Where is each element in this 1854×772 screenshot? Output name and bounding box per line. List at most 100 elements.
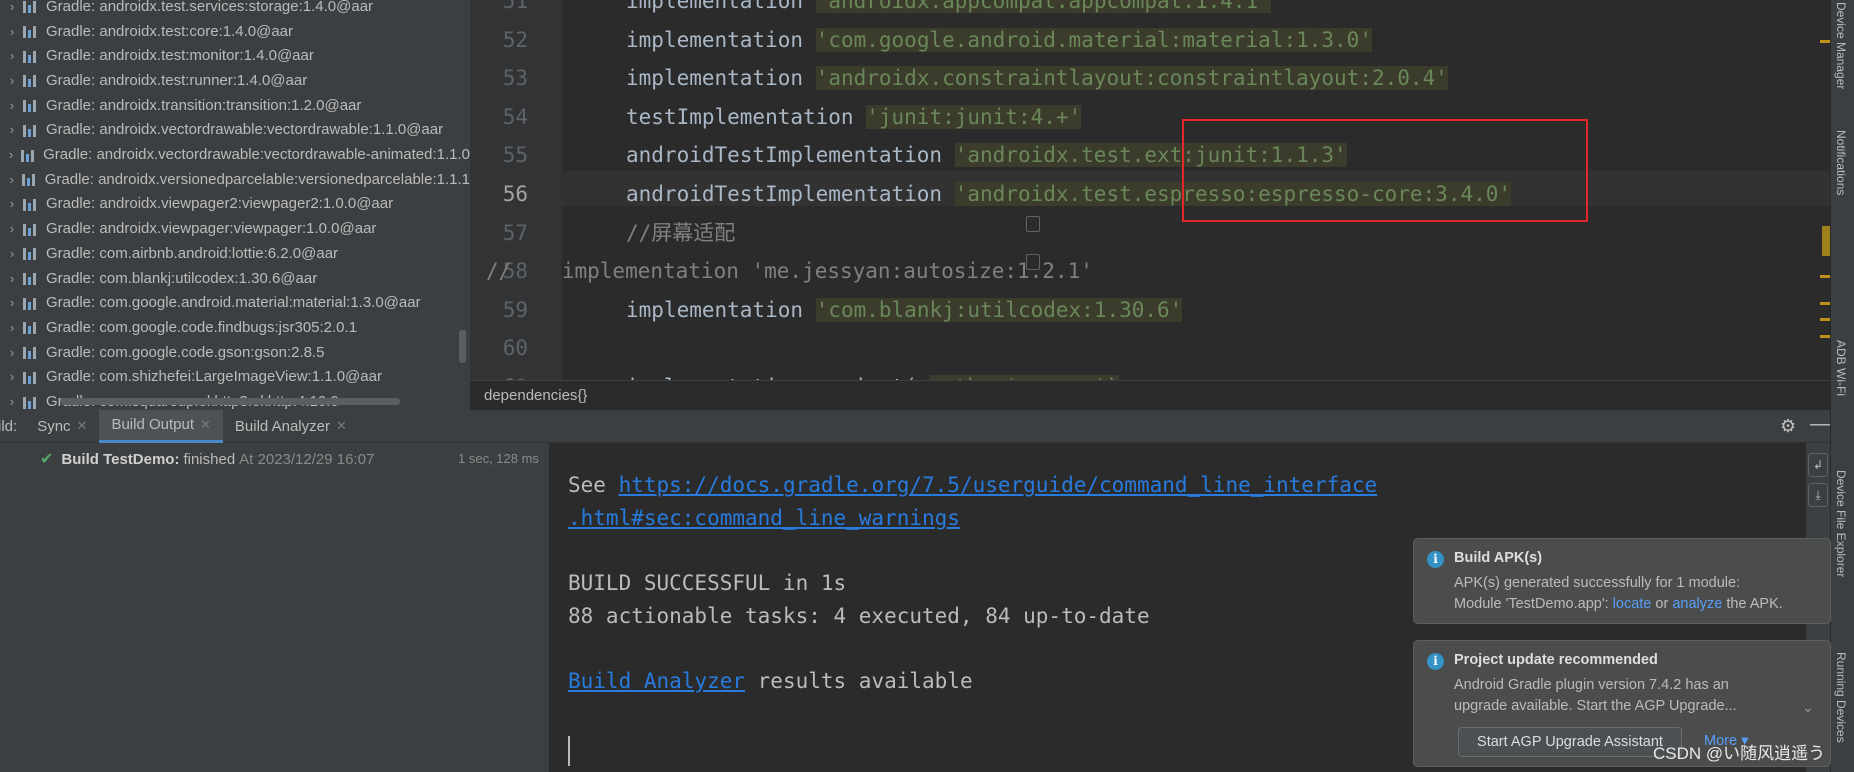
tree-horizontal-scrollbar[interactable]: [60, 398, 400, 405]
chevron-right-icon[interactable]: ›: [0, 24, 22, 39]
tree-scrollbar[interactable]: [459, 330, 466, 363]
console-line: .html#sec:command_line_warnings: [568, 506, 960, 530]
code-editor[interactable]: 5152535455565758596061 implementation 'a…: [470, 0, 1830, 380]
notification-text: or: [1651, 596, 1673, 612]
docs-link-continued[interactable]: .html#sec:command_line_warnings: [568, 506, 960, 530]
docs-link[interactable]: https://docs.gradle.org/7.5/userguide/co…: [619, 473, 1378, 497]
build-tree-row[interactable]: ✔ Build TestDemo: finished At 2023/12/29…: [40, 449, 374, 469]
tree-item-label: Gradle: androidx.test:core:1.4.0@aar: [46, 22, 294, 40]
tree-item[interactable]: › Gradle: androidx.test:core:1.4.0@aar: [0, 19, 470, 44]
console-line: 88 actionable tasks: 4 executed, 84 up-t…: [568, 604, 1150, 628]
chevron-right-icon[interactable]: ›: [0, 246, 22, 261]
tab-notifications[interactable]: Notifications: [1834, 130, 1848, 195]
scroll-to-end-icon[interactable]: ⤓: [1808, 483, 1828, 507]
code-keyword: implementation: [626, 27, 804, 52]
tree-item[interactable]: › Gradle: androidx.test.services:storage:…: [0, 0, 470, 19]
tree-item-label: Gradle: androidx.vectordrawable:vectordr…: [46, 121, 444, 139]
library-icon: [22, 0, 38, 14]
notification-text: APK(s) generated successfully for 1 modu…: [1454, 575, 1741, 591]
line-number: 52: [502, 27, 528, 52]
chevron-right-icon[interactable]: ›: [0, 48, 22, 63]
code-line[interactable]: implementation 'androidx.appcompat:appco…: [626, 0, 1271, 16]
notification-build-apk[interactable]: i Build APK(s) APK(s) generated successf…: [1413, 538, 1831, 624]
chevron-right-icon[interactable]: ›: [0, 172, 21, 187]
start-agp-upgrade-button[interactable]: Start AGP Upgrade Assistant: [1458, 727, 1682, 757]
chevron-right-icon[interactable]: ›: [0, 122, 22, 137]
code-line[interactable]: [626, 333, 639, 363]
chevron-right-icon[interactable]: ›: [0, 320, 22, 335]
tree-item-label: Gradle: com.google.code.gson:gson:2.8.5: [46, 343, 325, 361]
tab-label: Build Analyzer: [234, 417, 330, 435]
tab-device-manager[interactable]: Device Manager: [1834, 2, 1848, 89]
code-line[interactable]: testImplementation 'junit:junit:4.+': [626, 102, 1082, 132]
library-icon: [22, 98, 38, 113]
chevron-right-icon[interactable]: ›: [0, 73, 22, 88]
breadcrumb[interactable]: dependencies{}: [470, 380, 1830, 410]
project-tree: › Gradle: androidx.test.services:storage:…: [0, 0, 470, 410]
build-tree: ✔ Build TestDemo: finished At 2023/12/29…: [0, 443, 550, 772]
right-tool-strip: Device Manager Notifications ADB Wi-Fi D…: [1830, 0, 1854, 772]
library-icon: [22, 370, 38, 384]
chevron-right-icon[interactable]: ›: [0, 295, 22, 310]
tree-item[interactable]: › Gradle: androidx.versionedparcelable:ve…: [0, 167, 470, 192]
build-analyzer-link[interactable]: Build Analyzer: [568, 669, 745, 693]
tree-item[interactable]: › Gradle: androidx.vectordrawable:vectord…: [0, 142, 470, 167]
notification-text: Android Gradle plugin version 7.4.2 has …: [1454, 677, 1729, 693]
tree-item[interactable]: › Gradle: androidx.viewpager2:viewpager2:…: [0, 192, 470, 217]
code-keyword: implementation: [626, 66, 804, 91]
close-icon[interactable]: ✕: [336, 418, 347, 434]
minimize-icon[interactable]: —: [1810, 413, 1830, 436]
library-icon: [22, 246, 38, 261]
tab-device-file-explorer[interactable]: Device File Explorer: [1834, 470, 1848, 577]
chevron-right-icon[interactable]: ›: [0, 0, 22, 14]
tab-label: Build Output: [111, 416, 195, 433]
code-line[interactable]: //屏幕适配: [626, 218, 735, 248]
analyze-link[interactable]: analyze: [1672, 596, 1722, 612]
tree-item-label: Gradle: androidx.test.services:storage:1…: [46, 0, 374, 15]
tree-item[interactable]: › Gradle: androidx.viewpager:viewpager:1.…: [0, 216, 470, 241]
tab-build-output[interactable]: Build Output ✕: [99, 409, 223, 443]
code-line[interactable]: implementation 'com.blankj:utilcodex:1.3…: [626, 295, 1183, 325]
chevron-right-icon[interactable]: ›: [0, 394, 22, 409]
tree-item[interactable]: › Gradle: com.shizhefei:LargeImageView:1.…: [0, 365, 470, 390]
tree-item[interactable]: › Gradle: androidx.vectordrawable:vectord…: [0, 118, 470, 143]
code-line[interactable]: implementation project( path: ':cocos'): [626, 372, 1120, 380]
chevron-right-icon[interactable]: ›: [0, 369, 22, 384]
tab-adb-wifi[interactable]: ADB Wi-Fi: [1834, 340, 1848, 396]
fold-marker-icon[interactable]: [1026, 254, 1040, 270]
chevron-right-icon[interactable]: ›: [0, 98, 22, 113]
chevron-right-icon[interactable]: ›: [0, 196, 22, 211]
close-icon[interactable]: ✕: [77, 418, 88, 434]
tree-item[interactable]: › Gradle: androidx.test:runner:1.4.0@aar: [0, 68, 470, 93]
code-line[interactable]: implementation 'com.google.android.mater…: [626, 25, 1372, 55]
code-line[interactable]: // implementation 'me.jessyan:autosize:1…: [486, 256, 1093, 286]
tree-item[interactable]: › Gradle: com.airbnb.android:lottie:6.2.0…: [0, 241, 470, 266]
fold-marker-icon[interactable]: [1026, 216, 1040, 232]
soft-wrap-icon[interactable]: ↲: [1808, 453, 1828, 477]
chevron-right-icon[interactable]: ›: [0, 221, 22, 236]
tab-sync[interactable]: Sync ✕: [25, 410, 99, 443]
code-keyword: implementation: [626, 297, 804, 322]
tree-item-label: Gradle: com.blankj:utilcodex:1.30.6@aar: [46, 269, 318, 287]
breadcrumb-item[interactable]: dependencies{}: [484, 387, 587, 404]
code-line[interactable]: implementation 'androidx.constraintlayou…: [626, 63, 1448, 93]
tree-item[interactable]: › Gradle: com.google.code.findbugs:jsr305…: [0, 315, 470, 340]
tab-running-devices[interactable]: Running Devices: [1834, 652, 1848, 743]
chevron-right-icon[interactable]: ›: [0, 271, 22, 286]
tree-item[interactable]: › Gradle: androidx.transition:transition:…: [0, 93, 470, 118]
locate-link[interactable]: locate: [1613, 596, 1652, 612]
line-number: 54: [502, 104, 528, 129]
watermark: CSDN @い随风逍遥う: [1653, 744, 1826, 763]
close-icon[interactable]: ✕: [200, 417, 211, 433]
tab-build-analyzer[interactable]: Build Analyzer ✕: [223, 410, 359, 443]
library-icon: [22, 395, 38, 409]
build-tool-window-header: ild: Sync ✕ Build Output ✕ Build Analyzer ✕: [0, 409, 1830, 443]
chevron-down-icon[interactable]: ⌄: [1802, 699, 1814, 716]
gear-icon[interactable]: ⚙: [1780, 416, 1796, 437]
tree-item[interactable]: › Gradle: com.google.android.material:mat…: [0, 290, 470, 315]
tree-item[interactable]: › Gradle: com.blankj:utilcodex:1.30.6@aar: [0, 266, 470, 291]
tree-item[interactable]: › Gradle: com.google.code.gson:gson:2.8.5: [0, 340, 470, 365]
tree-item[interactable]: › Gradle: androidx.test:monitor:1.4.0@aar: [0, 43, 470, 68]
chevron-right-icon[interactable]: ›: [0, 345, 22, 360]
chevron-right-icon[interactable]: ›: [0, 147, 20, 162]
